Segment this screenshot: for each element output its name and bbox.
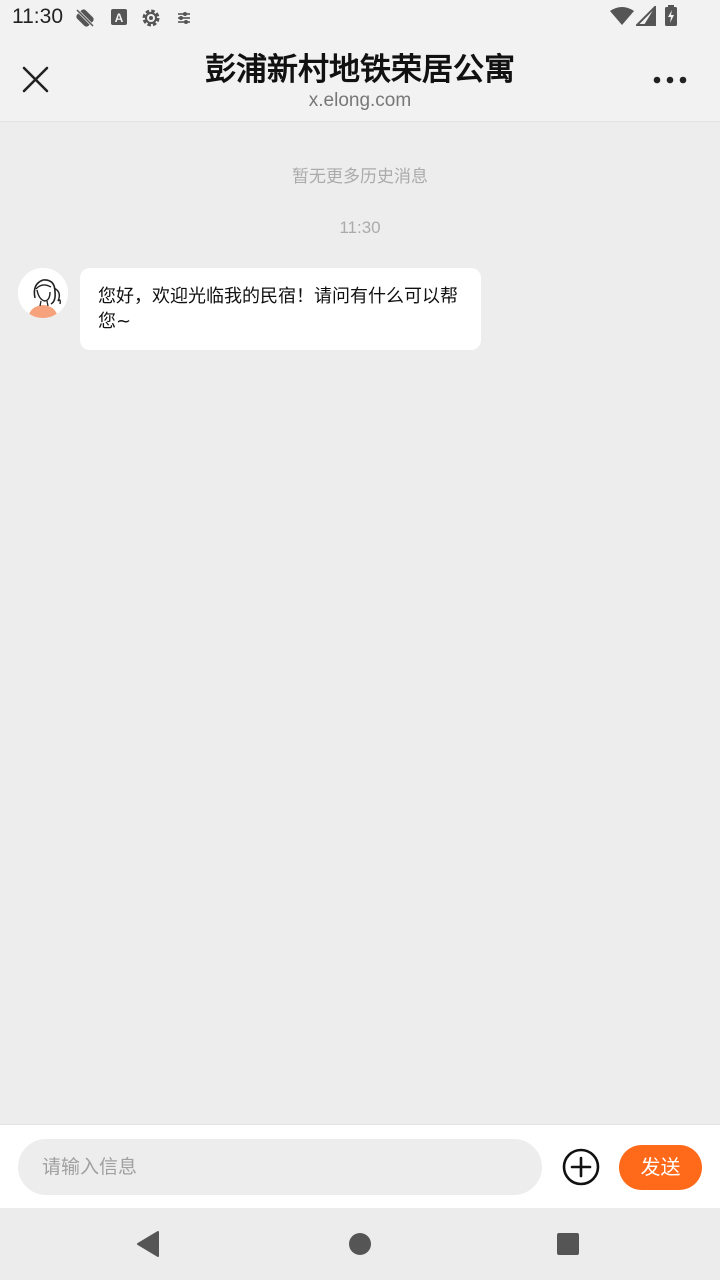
home-button[interactable]	[344, 1228, 376, 1260]
add-button[interactable]	[561, 1147, 601, 1187]
send-button[interactable]: 发送	[619, 1145, 702, 1190]
message-input[interactable]	[18, 1139, 542, 1195]
settings-icon	[140, 7, 162, 33]
chat-area[interactable]: 暂无更多历史消息 11:30 您好，欢迎光临我的民宿！请问有什么可以帮您~	[0, 123, 720, 1123]
add-circle-icon	[562, 1148, 600, 1186]
history-note: 暂无更多历史消息	[292, 167, 428, 187]
cell-signal-icon	[634, 4, 656, 30]
message-bubble[interactable]: 您好，欢迎光临我的民宿！请问有什么可以帮您~	[80, 268, 481, 350]
message-timestamp: 11:30	[339, 218, 381, 237]
battery-charging-icon	[664, 5, 678, 31]
host-avatar[interactable]	[18, 268, 68, 318]
back-icon	[137, 1231, 159, 1257]
a-icon: A	[110, 7, 128, 31]
system-nav-bar	[0, 1208, 720, 1280]
more-button[interactable]	[646, 60, 694, 100]
svg-text:A: A	[115, 11, 124, 25]
input-bar: 发送	[0, 1124, 720, 1208]
status-time: 11:30	[12, 5, 63, 28]
status-bar: 11:30 A	[0, 0, 720, 36]
more-horizontal-icon	[653, 76, 687, 84]
title-bar: 彭浦新村地铁荣居公寓 x.elong.com	[0, 36, 720, 122]
woman-avatar-icon	[18, 268, 68, 318]
tune-icon	[176, 7, 192, 31]
sync-off-icon	[74, 7, 96, 33]
close-icon	[22, 66, 49, 93]
page-title: 彭浦新村地铁荣居公寓	[205, 52, 515, 88]
recents-icon	[557, 1233, 579, 1255]
wifi-icon	[610, 6, 634, 30]
page-subtitle: x.elong.com	[308, 90, 412, 111]
back-button[interactable]	[132, 1228, 164, 1260]
close-button[interactable]	[14, 58, 58, 102]
home-icon	[349, 1233, 371, 1255]
recents-button[interactable]	[552, 1228, 584, 1260]
